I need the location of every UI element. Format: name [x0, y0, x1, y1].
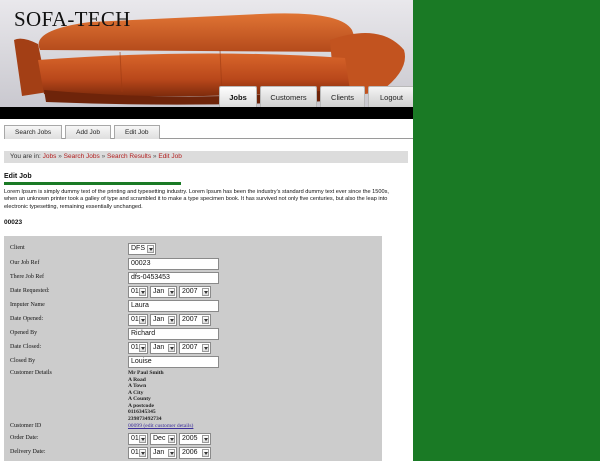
- date-requested-label: Date Requested:: [10, 288, 50, 294]
- tab-search-jobs[interactable]: Search Jobs: [4, 125, 63, 139]
- our-job-ref-label: Our Job Ref: [10, 260, 40, 266]
- job-number: 00023: [4, 219, 23, 226]
- month-value: Jan: [153, 316, 165, 323]
- nav-tab-clients[interactable]: Clients: [320, 86, 365, 107]
- date-closed-label: Date Closed:: [10, 344, 42, 350]
- tab-add-job[interactable]: Add Job: [65, 125, 111, 139]
- delivery-date-day-select[interactable]: 01: [128, 447, 148, 459]
- page-content: SOFA-TECH Jobs Customers Clients Logout …: [0, 0, 413, 461]
- year-value: 2007: [182, 288, 198, 295]
- client-label: Client: [10, 245, 25, 251]
- breadcrumb-link-jobs[interactable]: Jobs: [43, 153, 57, 160]
- day-value: 01: [131, 316, 139, 323]
- site-title: SOFA-TECH: [14, 7, 131, 31]
- order-date-label: Order Date:: [10, 435, 39, 441]
- there-job-ref-label: There Job Ref: [10, 274, 44, 280]
- day-value: 01: [131, 344, 139, 351]
- sub-tabs: Search Jobs Add Job Edit Job: [4, 125, 413, 139]
- chevron-down-icon: [139, 449, 146, 457]
- delivery-date-label: Delivery Date:: [10, 449, 46, 455]
- nav-tab-jobs[interactable]: Jobs: [219, 86, 257, 107]
- client-select[interactable]: DFS: [128, 243, 156, 255]
- customer-details: Mr Paul Smith A Road A Town A City A Cou…: [128, 370, 164, 422]
- main-nav: Jobs Customers Clients Logout: [219, 86, 413, 107]
- day-value: 01: [131, 435, 139, 442]
- chevron-down-icon: [147, 245, 154, 253]
- opened-by-input[interactable]: Richard: [128, 328, 219, 340]
- customer-details-label: Customer Details: [10, 370, 52, 376]
- month-value: Dec: [153, 435, 166, 442]
- breadcrumb-prefix: You are in:: [10, 153, 41, 160]
- chevron-down-icon: [168, 316, 175, 324]
- year-value: 2007: [182, 316, 198, 323]
- year-value: 2006: [182, 449, 198, 456]
- chevron-down-icon: [202, 316, 209, 324]
- edit-job-form: Client DFS Our Job Ref 00023 There Job R…: [4, 236, 382, 461]
- header-divider: [0, 107, 413, 119]
- tab-edit-job[interactable]: Edit Job: [114, 125, 160, 139]
- breadcrumb-link-edit-job[interactable]: Edit Job: [158, 153, 182, 160]
- heading-underline: [4, 182, 181, 185]
- chevron-down-icon: [168, 288, 175, 296]
- day-value: 01: [131, 449, 139, 456]
- chevron-down-icon: [202, 344, 209, 352]
- customer-phone: 239873492734: [128, 415, 162, 422]
- opened-by-label: Opened By: [10, 330, 38, 336]
- chevron-down-icon: [168, 344, 175, 352]
- our-job-ref-input[interactable]: 00023: [128, 258, 219, 270]
- date-closed-month-select[interactable]: Jan: [150, 342, 177, 354]
- delivery-date-month-select[interactable]: Jan: [150, 447, 177, 459]
- nav-tab-customers[interactable]: Customers: [260, 86, 317, 107]
- intro-paragraph: Lorem Ipsum is simply dummy text of the …: [4, 189, 389, 210]
- section-heading: Edit Job: [4, 173, 32, 180]
- date-requested-year-select[interactable]: 2007: [179, 286, 211, 298]
- breadcrumb-separator: »: [101, 153, 106, 160]
- nav-tab-logout[interactable]: Logout: [368, 86, 413, 107]
- customer-id-label: Customer ID: [10, 423, 42, 429]
- date-requested-day-select[interactable]: 01: [128, 286, 148, 298]
- year-value: 2005: [182, 435, 198, 442]
- closed-by-input[interactable]: Louise: [128, 356, 219, 368]
- chevron-down-icon: [202, 288, 209, 296]
- imputer-name-input[interactable]: Laura: [128, 300, 219, 312]
- date-opened-year-select[interactable]: 2007: [179, 314, 211, 326]
- chevron-down-icon: [202, 435, 209, 443]
- date-closed-day-select[interactable]: 01: [128, 342, 148, 354]
- date-opened-month-select[interactable]: Jan: [150, 314, 177, 326]
- breadcrumb-separator: »: [152, 153, 157, 160]
- breadcrumb-link-search-jobs[interactable]: Search Jobs: [64, 153, 100, 160]
- month-value: Jan: [153, 449, 165, 456]
- breadcrumb-link-search-results[interactable]: Search Results: [107, 153, 151, 160]
- closed-by-label: Closed By: [10, 358, 36, 364]
- edit-customer-link[interactable]: 00099 (edit customer details): [128, 423, 193, 429]
- month-value: Jan: [153, 344, 165, 351]
- customer-name: Mr Paul Smith: [128, 370, 164, 376]
- chevron-down-icon: [139, 288, 146, 296]
- header-banner: SOFA-TECH Jobs Customers Clients Logout: [0, 0, 413, 108]
- month-value: Jan: [153, 288, 165, 295]
- date-opened-label: Date Opened:: [10, 316, 44, 322]
- client-select-value: DFS: [131, 245, 145, 252]
- breadcrumb: You are in: Jobs » Search Jobs » Search …: [4, 151, 408, 163]
- order-date-day-select[interactable]: 01: [128, 433, 148, 445]
- chevron-down-icon: [168, 449, 175, 457]
- order-date-year-select[interactable]: 2005: [179, 433, 211, 445]
- delivery-date-year-select[interactable]: 2006: [179, 447, 211, 459]
- date-requested-month-select[interactable]: Jan: [150, 286, 177, 298]
- year-value: 2007: [182, 344, 198, 351]
- chevron-down-icon: [139, 435, 146, 443]
- chevron-down-icon: [139, 316, 146, 324]
- chevron-down-icon: [202, 449, 209, 457]
- date-closed-year-select[interactable]: 2007: [179, 342, 211, 354]
- date-opened-day-select[interactable]: 01: [128, 314, 148, 326]
- chevron-down-icon: [168, 435, 175, 443]
- day-value: 01: [131, 288, 139, 295]
- breadcrumb-separator: »: [58, 153, 62, 160]
- imputer-name-label: Imputer Name: [10, 302, 45, 308]
- order-date-month-select[interactable]: Dec: [150, 433, 177, 445]
- chevron-down-icon: [139, 344, 146, 352]
- there-job-ref-input[interactable]: dfs-0453453: [128, 272, 219, 284]
